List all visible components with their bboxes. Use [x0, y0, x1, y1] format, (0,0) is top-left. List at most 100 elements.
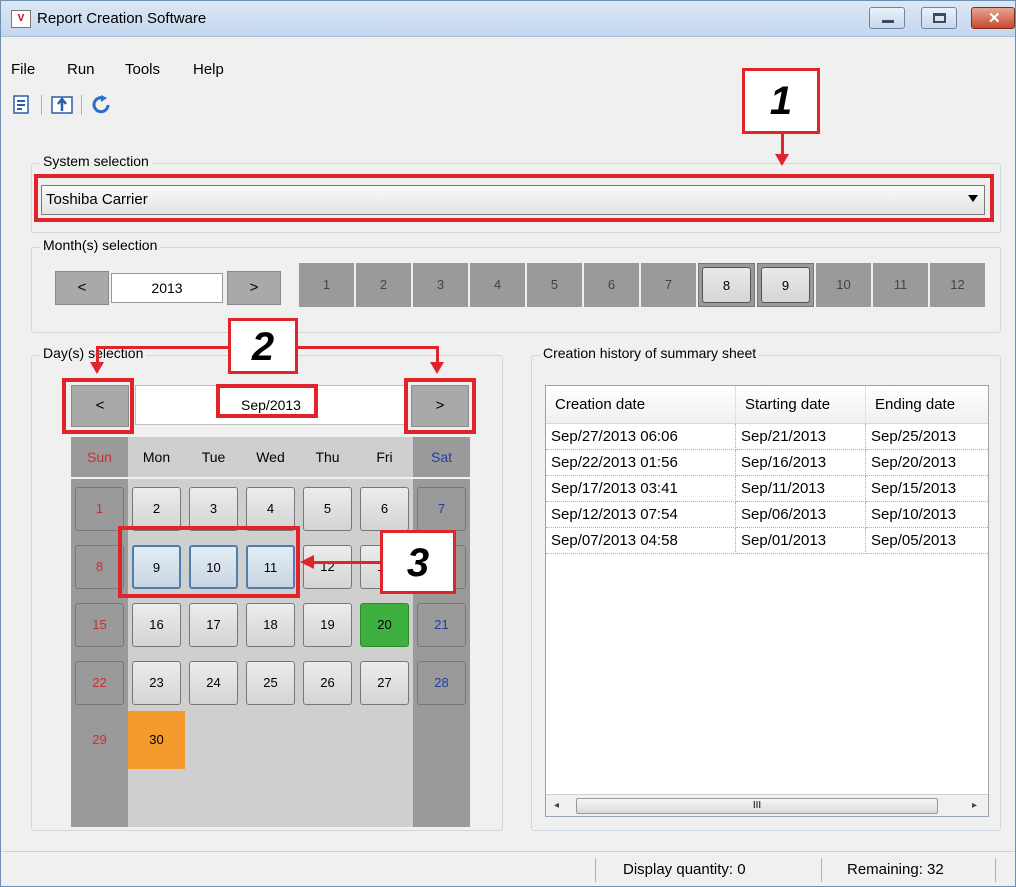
day-button-16[interactable]: 16 [132, 603, 181, 647]
toolbar [1, 93, 401, 121]
day-button-21[interactable]: 21 [417, 603, 466, 647]
month-button-7[interactable]: 7 [641, 263, 696, 307]
day-button-19[interactable]: 19 [303, 603, 352, 647]
table-row[interactable]: Sep/17/2013 03:41 Sep/11/2013 Sep/15/2013 [546, 476, 988, 502]
month-button-12[interactable]: 12 [930, 263, 985, 307]
day-button-4[interactable]: 4 [246, 487, 295, 531]
day-button-17[interactable]: 17 [189, 603, 238, 647]
day-button-18[interactable]: 18 [246, 603, 295, 647]
day-button-2[interactable]: 2 [132, 487, 181, 531]
column-header-creation-date[interactable]: Creation date [546, 386, 736, 424]
app-icon: V [11, 10, 31, 28]
month-button-9[interactable]: 9 [757, 263, 814, 307]
export-icon[interactable] [51, 95, 73, 115]
month-button-10[interactable]: 10 [816, 263, 871, 307]
calendar-cell: 25 [242, 653, 299, 711]
menu-file[interactable]: File [11, 61, 35, 78]
window-title: Report Creation Software [37, 10, 207, 27]
day-button-20[interactable]: 20 [360, 603, 409, 647]
day-button-1[interactable]: 1 [75, 487, 124, 531]
status-separator [821, 858, 822, 882]
day-button-23[interactable]: 23 [132, 661, 181, 705]
month-button-11[interactable]: 11 [873, 263, 928, 307]
menu-run[interactable]: Run [67, 61, 95, 78]
calendar-cell [242, 769, 299, 827]
column-header-ending-date[interactable]: Ending date [866, 386, 988, 424]
day-button-22[interactable]: 22 [75, 661, 124, 705]
month-button-3[interactable]: 3 [413, 263, 468, 307]
calendar-cell [185, 711, 242, 769]
calendar-cell: 8 [71, 537, 128, 595]
column-header-starting-date[interactable]: Starting date [736, 386, 866, 424]
calendar-cell: 28 [413, 653, 470, 711]
day-button-11[interactable]: 11 [246, 545, 295, 589]
minimize-button[interactable] [869, 7, 905, 29]
calendar-cell [413, 769, 470, 827]
year-display: 2013 [111, 273, 223, 303]
menu-tools[interactable]: Tools [125, 61, 160, 78]
system-select[interactable]: Toshiba Carrier [41, 185, 985, 215]
calendar-cell: 30 [128, 711, 185, 769]
toolbar-separator [81, 95, 82, 115]
horizontal-scrollbar[interactable]: ◂ III ▸ [546, 794, 988, 816]
status-separator [995, 858, 996, 882]
day-button-27[interactable]: 27 [360, 661, 409, 705]
scroll-thumb[interactable]: III [576, 798, 938, 814]
annotation-callout-2: 2 [228, 318, 298, 374]
status-separator [595, 858, 596, 882]
day-button-10[interactable]: 10 [189, 545, 238, 589]
close-icon: ✕ [988, 10, 1001, 27]
scroll-right-icon[interactable]: ▸ [972, 800, 977, 811]
day-button-3[interactable]: 3 [189, 487, 238, 531]
weekday-header: Sat [413, 437, 470, 477]
current-month-display: Sep/2013 [135, 385, 407, 425]
day-button-9[interactable]: 9 [132, 545, 181, 589]
table-cell: Sep/10/2013 [866, 502, 988, 528]
table-cell: Sep/06/2013 [736, 502, 866, 528]
create-report-icon[interactable] [11, 95, 33, 115]
month-label-8: 8 [702, 267, 751, 303]
year-prev-button[interactable]: < [55, 271, 109, 305]
table-cell: Sep/21/2013 [736, 424, 866, 450]
day-button-7[interactable]: 7 [417, 487, 466, 531]
day-button-24[interactable]: 24 [189, 661, 238, 705]
refresh-icon[interactable] [91, 95, 113, 115]
day-button-30[interactable]: 30 [128, 711, 185, 769]
calendar-cell: 22 [71, 653, 128, 711]
title-bar: V Report Creation Software ✕ [1, 1, 1015, 37]
table-row[interactable]: Sep/27/2013 06:06 Sep/21/2013 Sep/25/2013 [546, 424, 988, 450]
annotation-line [312, 561, 380, 564]
day-button-25[interactable]: 25 [246, 661, 295, 705]
menu-bar: File Run Tools Help [1, 57, 1015, 83]
day-button-29[interactable]: 29 [71, 711, 128, 769]
month-button-4[interactable]: 4 [470, 263, 525, 307]
day-button-5[interactable]: 5 [303, 487, 352, 531]
month-selection-title: Month(s) selection [40, 237, 161, 253]
menu-help[interactable]: Help [193, 61, 224, 78]
month-next-button[interactable]: > [411, 385, 469, 427]
scroll-left-icon[interactable]: ◂ [554, 800, 559, 811]
close-button[interactable]: ✕ [971, 7, 1015, 29]
month-button-6[interactable]: 6 [584, 263, 639, 307]
table-cell: Sep/12/2013 07:54 [546, 502, 736, 528]
day-button-8[interactable]: 8 [75, 545, 124, 589]
day-button-28[interactable]: 28 [417, 661, 466, 705]
table-row[interactable]: Sep/12/2013 07:54 Sep/06/2013 Sep/10/2013 [546, 502, 988, 528]
table-cell: Sep/11/2013 [736, 476, 866, 502]
calendar-cell: 23 [128, 653, 185, 711]
calendar-cell: 21 [413, 595, 470, 653]
month-button-2[interactable]: 2 [356, 263, 411, 307]
calendar-cell: 9 [128, 537, 185, 595]
year-next-button[interactable]: > [227, 271, 281, 305]
month-button-8[interactable]: 8 [698, 263, 755, 307]
table-row[interactable]: Sep/22/2013 01:56 Sep/16/2013 Sep/20/2013 [546, 450, 988, 476]
day-button-15[interactable]: 15 [75, 603, 124, 647]
history-table: Creation date Starting date Ending date … [545, 385, 989, 817]
day-button-6[interactable]: 6 [360, 487, 409, 531]
month-button-1[interactable]: 1 [299, 263, 354, 307]
day-button-26[interactable]: 26 [303, 661, 352, 705]
month-prev-button[interactable]: < [71, 385, 129, 427]
table-row[interactable]: Sep/07/2013 04:58 Sep/01/2013 Sep/05/2013 [546, 528, 988, 554]
maximize-button[interactable] [921, 7, 957, 29]
month-button-5[interactable]: 5 [527, 263, 582, 307]
